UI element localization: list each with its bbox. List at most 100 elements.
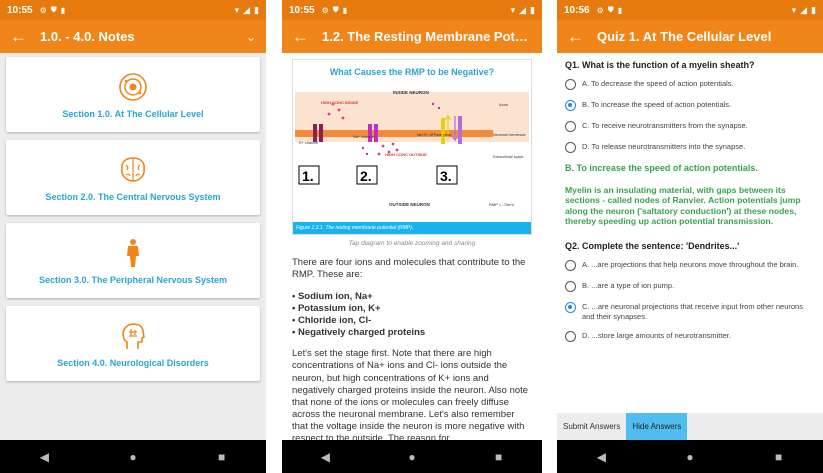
section-label: Section 4.0. Neurological Disorders — [57, 357, 209, 368]
step-2-label: 2. — [360, 168, 372, 184]
status-bar: 10:56 ⚙ ⛊ ▮ ▾ ◢ ▮ — [557, 0, 823, 20]
high-outside-label: HIGH CONC OUTSIDE — [385, 152, 427, 157]
step-1-label: 1. — [302, 168, 314, 184]
nav-back-icon[interactable]: ◀ — [310, 450, 340, 464]
radio-button[interactable] — [565, 79, 576, 90]
battery-icon: ▮ — [254, 4, 259, 15]
radio-button[interactable] — [565, 142, 576, 153]
option-label: B. To increase the speed of action poten… — [582, 100, 732, 109]
head-brain-icon — [122, 322, 145, 349]
system-nav-bar: ◀ ● ■ — [0, 440, 266, 473]
quiz-screen: 10:56 ⚙ ⛊ ▮ ▾ ◢ ▮ ← Quiz 1. At The Cellula… — [557, 0, 823, 473]
nav-back-icon[interactable]: ◀ — [586, 450, 616, 464]
body-paragraph: Let's set the stage first. Note that the… — [292, 348, 529, 440]
section-card-cellular[interactable]: Section 1.0. At The Cellular Level — [6, 57, 260, 132]
list-item: • Potassium ion, K+ — [292, 302, 381, 314]
back-arrow-icon[interactable]: ← — [292, 27, 322, 47]
system-nav-bar: ◀ ● ■ — [557, 440, 823, 473]
q2-option-b[interactable]: B. ...are a type of ion pump. — [565, 280, 815, 292]
shield-status-icon: ⛊ — [332, 5, 339, 14]
diagram-hint: Tap diagram to enable zooming and sharin… — [348, 240, 476, 247]
nav-recents-icon[interactable]: ■ — [764, 450, 794, 464]
q2-option-d[interactable]: D. ...store large amounts of neurotransm… — [565, 331, 815, 343]
settings-status-icon: ⚙ — [321, 5, 329, 15]
nav-home-icon[interactable]: ● — [118, 450, 148, 464]
diagram-title: What Causes the RMP to be Negative? — [329, 67, 495, 77]
radio-button[interactable] — [565, 121, 576, 132]
app-bar: ← Quiz 1. At The Cellular Level — [557, 20, 823, 53]
list-item: • Sodium ion, Na+ — [292, 290, 373, 302]
correct-answer: B. To increase the speed of action poten… — [565, 163, 758, 173]
sim-status-icon: ▮ — [60, 5, 66, 15]
list-item: • Chloride ion, Cl- — [292, 314, 372, 326]
q2-option-a[interactable]: A. ...are projections that help neurons … — [565, 259, 815, 271]
status-bar: 10:55 ⚙ ⛊ ▮ ▾ ◢ ▮ — [0, 0, 266, 20]
wifi-icon: ▾ — [791, 4, 797, 15]
wifi-icon: ▾ — [234, 4, 240, 15]
pump-label: Na+/K+ ATPase pump — [417, 133, 452, 137]
hide-answers-button[interactable]: Hide Answers — [626, 413, 688, 440]
diagram-caption: Figure 1.2.1. The resting membrane poten… — [293, 222, 531, 234]
signal-icon: ◢ — [800, 4, 808, 15]
radio-button-selected[interactable] — [565, 100, 576, 111]
sim-status-icon: ▮ — [617, 5, 623, 15]
cell-icon — [119, 72, 147, 101]
option-label: A. ...are projections that help neurons … — [582, 259, 799, 269]
na-channel-label: Na+ channel — [353, 135, 375, 139]
q2-option-c[interactable]: C. ...are neuronal projections that rece… — [565, 301, 815, 322]
option-label: C. To receive neurotransmitters from the… — [582, 121, 748, 130]
nav-back-icon[interactable]: ◀ — [29, 450, 59, 464]
step-3-label: 3. — [440, 168, 452, 184]
page-title: Quiz 1. At The Cellular Level — [597, 29, 772, 44]
nav-recents-icon[interactable]: ■ — [484, 450, 514, 464]
sim-status-icon: ▮ — [342, 5, 348, 15]
radio-button[interactable] — [565, 259, 576, 271]
back-arrow-icon[interactable]: ← — [10, 27, 40, 47]
membrane-illustration: INSIDE NEURON HIGH CONC INSIDE Axon Neur… — [295, 90, 529, 207]
submit-answers-button[interactable]: Submit Answers — [557, 413, 626, 440]
radio-button[interactable] — [565, 331, 576, 343]
inside-neuron-label: INSIDE NEURON — [393, 90, 429, 95]
notes-screen: 10:55 ⚙ ⛊ ▮ ▾ ◢ ▮ ← 1.0. - 4.0. Notes ⌄ Se… — [0, 0, 266, 473]
chevron-down-icon[interactable]: ⌄ — [246, 30, 256, 44]
app-bar: ← 1.2. The Resting Membrane Potenti... — [282, 20, 542, 53]
section-label: Section 1.0. At The Cellular Level — [62, 108, 204, 119]
shield-status-icon: ⛊ — [607, 5, 614, 14]
status-time: 10:55 — [289, 4, 315, 16]
radio-button-selected[interactable] — [565, 301, 576, 313]
section-label: Section 3.0. The Peripheral Nervous Syst… — [38, 274, 228, 285]
signal-icon: ◢ — [243, 4, 251, 15]
option-label: B. ...are a type of ion pump. — [582, 280, 675, 290]
question-1: Q1. What is the function of a myelin she… — [565, 60, 755, 70]
radio-button[interactable] — [565, 280, 576, 292]
back-arrow-icon[interactable]: ← — [567, 27, 597, 47]
q1-option-c[interactable]: C. To receive neurotransmitters from the… — [565, 121, 815, 132]
system-nav-bar: ◀ ● ■ — [282, 440, 542, 473]
membrane-label: Neuronal membrane — [493, 133, 526, 137]
quiz-action-bar: Submit Answers Hide Answers — [557, 413, 823, 440]
option-label: C. ...are neuronal projections that rece… — [582, 301, 803, 321]
ion-list: • Sodium ion, Na+ • Potassium ion, K+ • … — [292, 291, 532, 340]
nav-recents-icon[interactable]: ■ — [207, 450, 237, 464]
nav-home-icon[interactable]: ● — [675, 450, 705, 464]
rmp-diagram[interactable]: What Causes the RMP to be Negative? INSI… — [292, 59, 532, 235]
option-label: D. To release neurotransmitters into the… — [582, 142, 746, 151]
q1-option-b[interactable]: B. To increase the speed of action poten… — [565, 100, 815, 111]
nav-home-icon[interactable]: ● — [397, 450, 427, 464]
app-bar: ← 1.0. - 4.0. Notes ⌄ — [0, 20, 266, 53]
status-bar: 10:55 ⚙ ⛊ ▮ ▾ ◢ ▮ — [282, 0, 542, 20]
section-card-cns[interactable]: Section 2.0. The Central Nervous System — [6, 140, 260, 215]
list-item: • Negatively charged proteins — [292, 327, 426, 339]
answer-explanation: Myelin is an insulating material, with g… — [565, 185, 801, 227]
section-card-disorders[interactable]: Section 4.0. Neurological Disorders — [6, 306, 260, 381]
q1-option-d[interactable]: D. To release neurotransmitters into the… — [565, 142, 815, 153]
extracellular-label: Extracellular space — [493, 155, 523, 159]
q1-option-a[interactable]: A. To decrease the speed of action poten… — [565, 79, 815, 90]
question-2: Q2. Complete the sentence: 'Dendrites...… — [565, 240, 740, 251]
body-icon — [127, 238, 139, 267]
k-channel-label: K+ channel — [299, 141, 318, 145]
battery-icon: ▮ — [530, 4, 535, 15]
section-card-pns[interactable]: Section 3.0. The Peripheral Nervous Syst… — [6, 223, 260, 298]
shield-status-icon: ⛊ — [50, 5, 57, 14]
rmp-value-label: RMP = -70mV — [489, 202, 514, 207]
